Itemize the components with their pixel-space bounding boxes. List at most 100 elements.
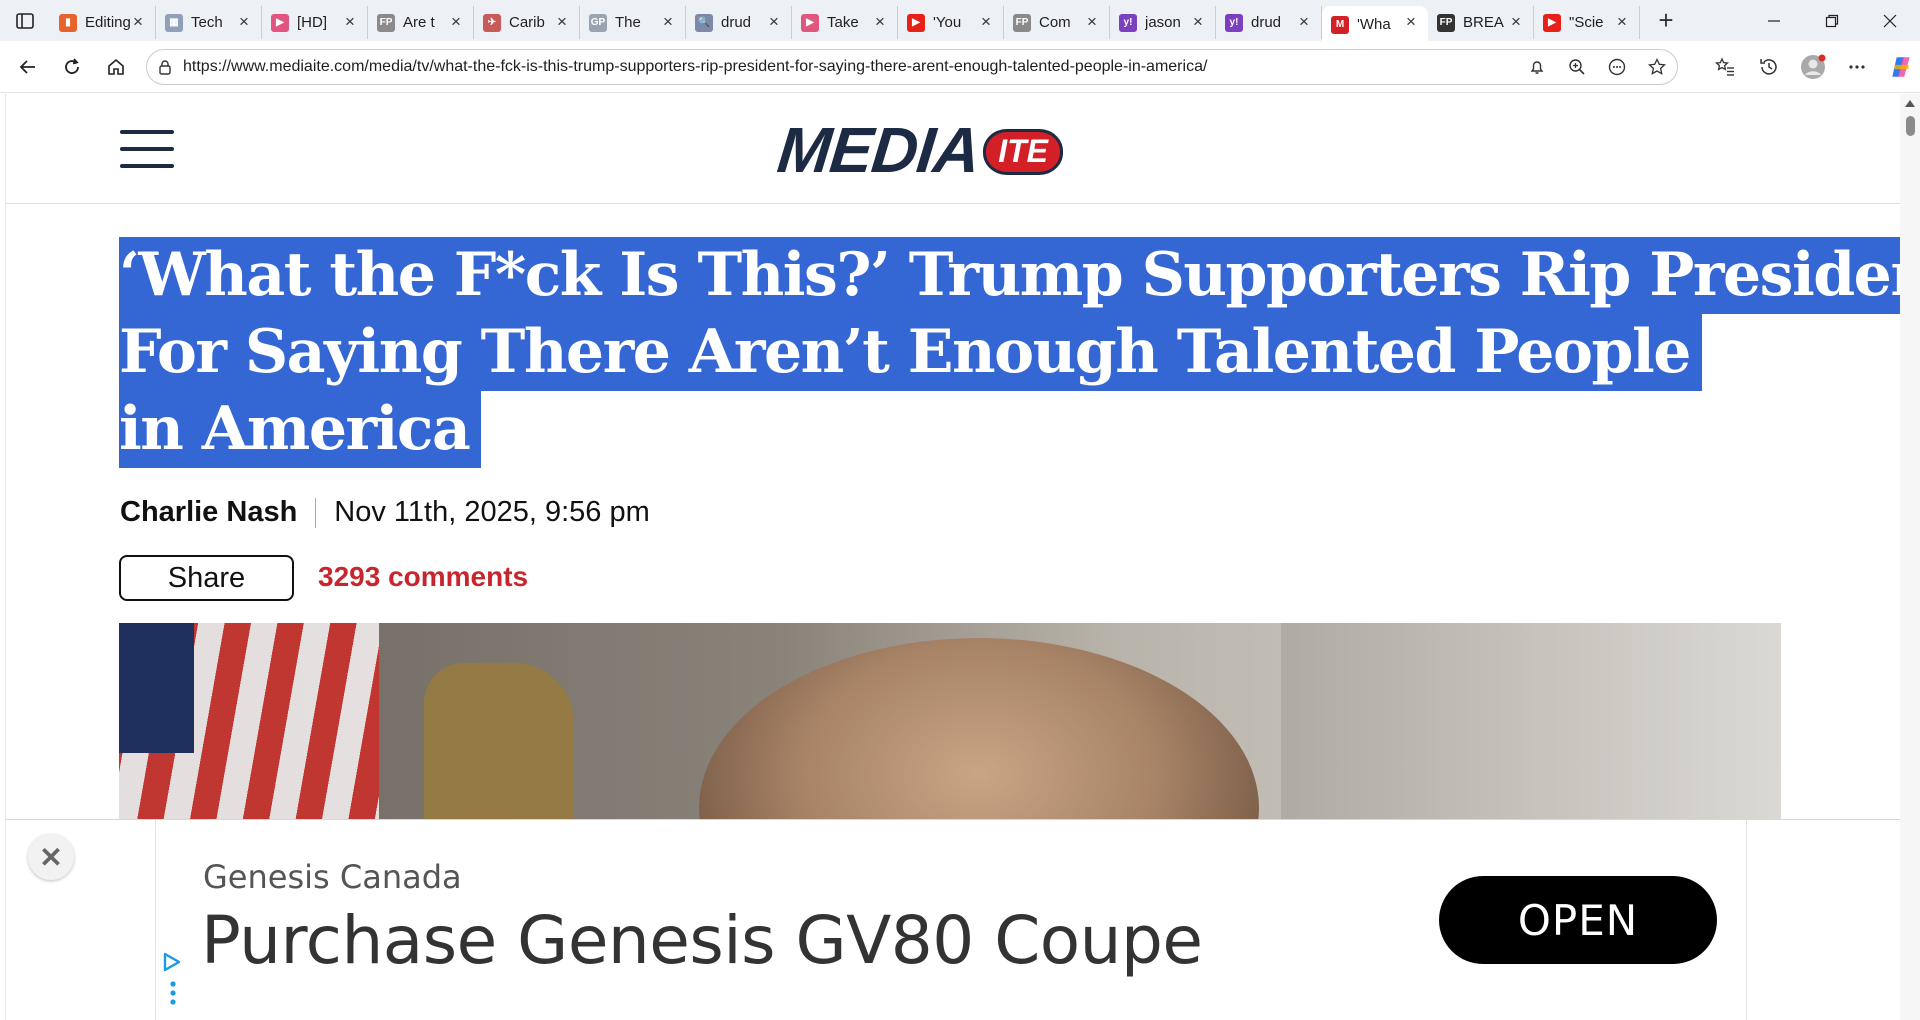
- ad-close-button[interactable]: ✕: [28, 834, 74, 880]
- history-icon: [1760, 59, 1777, 75]
- browser-tab[interactable]: GP The ×: [580, 6, 686, 39]
- tab-close-icon[interactable]: ×: [1189, 12, 1207, 31]
- ad-advertiser: Genesis Canada: [203, 858, 462, 896]
- profile-button[interactable]: [1800, 54, 1826, 80]
- tab-favicon-icon: M: [1331, 15, 1349, 34]
- tab-title: [HD]: [297, 14, 327, 31]
- zoom-icon[interactable]: [1567, 57, 1587, 77]
- tab-favicon-icon: ▮: [59, 13, 77, 32]
- ad-banner: ✕ Genesis Canada Purchase Genesis GV80 C…: [6, 819, 1900, 1020]
- tab-close-icon[interactable]: ×: [447, 12, 465, 31]
- restore-button[interactable]: [1803, 0, 1861, 41]
- tab-favicon-icon: ▶: [271, 13, 289, 32]
- history-button[interactable]: [1756, 54, 1782, 80]
- tab-close-icon[interactable]: ×: [977, 12, 995, 31]
- home-button[interactable]: [96, 47, 136, 87]
- share-button[interactable]: Share: [119, 555, 294, 601]
- site-logo[interactable]: MEDIA ITE: [774, 114, 1063, 186]
- browser-tab[interactable]: M 'Wha ×: [1322, 6, 1428, 43]
- tab-close-icon[interactable]: ×: [1295, 12, 1313, 31]
- tab-close-icon[interactable]: ×: [235, 12, 253, 31]
- tab-close-icon[interactable]: ×: [341, 12, 359, 31]
- tab-favicon-icon: FP: [1437, 13, 1455, 32]
- site-header: MEDIA ITE: [6, 94, 1900, 204]
- article-hero-image: [119, 623, 1781, 823]
- logo-wordmark: MEDIA: [774, 114, 984, 186]
- byline-divider: [315, 497, 317, 528]
- site-info-button[interactable]: [147, 59, 183, 75]
- minimize-icon: [1768, 19, 1780, 22]
- ad-content[interactable]: Genesis Canada Purchase Genesis GV80 Cou…: [155, 820, 1747, 1020]
- tab-close-icon[interactable]: ×: [129, 12, 147, 31]
- close-window-button[interactable]: [1861, 0, 1919, 41]
- tab-title: Take: [827, 14, 859, 31]
- back-button[interactable]: [8, 47, 48, 87]
- scroll-up-arrow-icon[interactable]: [1905, 100, 1915, 107]
- tab-close-icon[interactable]: ×: [553, 12, 571, 31]
- author-link[interactable]: Charlie Nash: [120, 496, 297, 529]
- tab-favicon-icon: FP: [1013, 13, 1031, 32]
- tab-actions-button[interactable]: [0, 0, 50, 41]
- refresh-button[interactable]: [52, 47, 92, 87]
- tab-strip: ▮ Editing × ▦ Tech × ▶ [HD] × FP Are t × ✈ Carib × GP Th…: [0, 0, 1920, 43]
- favorite-star-icon[interactable]: [1647, 57, 1667, 77]
- profile-avatar-icon: [1801, 54, 1826, 79]
- close-icon: [1883, 14, 1897, 27]
- address-bar[interactable]: https://www.mediaite.com/media/tv/what-t…: [146, 49, 1678, 85]
- browser-tab[interactable]: y! jason ×: [1110, 6, 1216, 39]
- page-scrollbar[interactable]: [1900, 94, 1920, 1020]
- browser-tab[interactable]: ▶ Take ×: [792, 6, 898, 39]
- comments-link[interactable]: 3293 comments: [318, 561, 528, 593]
- browser-tab[interactable]: FP Are t ×: [368, 6, 474, 39]
- tab-list: ▮ Editing × ▦ Tech × ▶ [HD] × FP Are t × ✈ Carib × GP Th…: [50, 0, 1640, 43]
- article-headline: ‘What the F*ck Is This?’ Trump Supporter…: [119, 237, 1900, 468]
- browser-tab[interactable]: ▶ 'You ×: [898, 6, 1004, 39]
- ad-open-button[interactable]: OPEN: [1439, 876, 1717, 964]
- ad-headline[interactable]: Purchase Genesis GV80 Coupe: [201, 902, 1203, 979]
- article-byline: Charlie Nash Nov 11th, 2025, 9:56 pm: [120, 496, 650, 529]
- settings-more-button[interactable]: [1844, 54, 1870, 80]
- tab-close-icon[interactable]: ×: [871, 12, 889, 31]
- tab-close-icon[interactable]: ×: [1083, 12, 1101, 31]
- menu-hamburger-icon[interactable]: [120, 128, 174, 170]
- tab-favicon-icon: ✈: [483, 13, 501, 32]
- tab-favicon-icon: ▶: [907, 13, 925, 32]
- address-bar-actions: [1527, 50, 1667, 84]
- restore-icon: [1825, 14, 1839, 27]
- browser-tab[interactable]: FP BREA ×: [1428, 6, 1534, 39]
- back-arrow-icon: [19, 59, 35, 74]
- tab-title: drud: [1251, 14, 1282, 31]
- url-text[interactable]: https://www.mediaite.com/media/tv/what-t…: [183, 58, 1207, 76]
- tab-favicon-icon: ▶: [1543, 13, 1561, 32]
- browser-tab[interactable]: ▶ "Scie ×: [1534, 6, 1640, 39]
- browser-tab[interactable]: 🔍 drud ×: [686, 6, 792, 39]
- browser-tab[interactable]: ▶ [HD] ×: [262, 6, 368, 39]
- tab-title: 'Wha: [1357, 16, 1391, 33]
- reading-view-icon[interactable]: [1607, 57, 1627, 77]
- headline-line: in America: [119, 391, 482, 468]
- tab-close-icon[interactable]: ×: [1507, 12, 1525, 31]
- browser-tab[interactable]: FP Com ×: [1004, 6, 1110, 39]
- browser-tab[interactable]: ▮ Editing ×: [50, 6, 156, 39]
- tab-close-icon[interactable]: ×: [1402, 12, 1420, 31]
- refresh-icon: [65, 57, 79, 74]
- favorites-button[interactable]: [1712, 54, 1738, 80]
- minimize-button[interactable]: [1745, 0, 1803, 41]
- browser-tab[interactable]: y! drud ×: [1216, 6, 1322, 39]
- browser-tab[interactable]: ✈ Carib ×: [474, 6, 580, 39]
- tab-actions-icon: [16, 12, 34, 29]
- tab-close-icon[interactable]: ×: [765, 12, 783, 31]
- notification-bell-icon[interactable]: [1527, 57, 1547, 77]
- tab-close-icon[interactable]: ×: [1613, 12, 1631, 31]
- new-tab-button[interactable]: +: [1648, 3, 1684, 39]
- tab-title: "Scie: [1569, 14, 1604, 31]
- tab-close-icon[interactable]: ×: [659, 12, 677, 31]
- scrollbar-thumb[interactable]: [1906, 116, 1915, 136]
- tab-favicon-icon: y!: [1225, 13, 1243, 32]
- tab-favicon-icon: y!: [1119, 13, 1137, 32]
- copilot-button[interactable]: [1888, 54, 1914, 80]
- home-icon: [108, 58, 124, 75]
- tab-favicon-icon: GP: [589, 13, 607, 32]
- adchoices-icon[interactable]: [161, 950, 183, 1010]
- browser-tab[interactable]: ▦ Tech ×: [156, 6, 262, 39]
